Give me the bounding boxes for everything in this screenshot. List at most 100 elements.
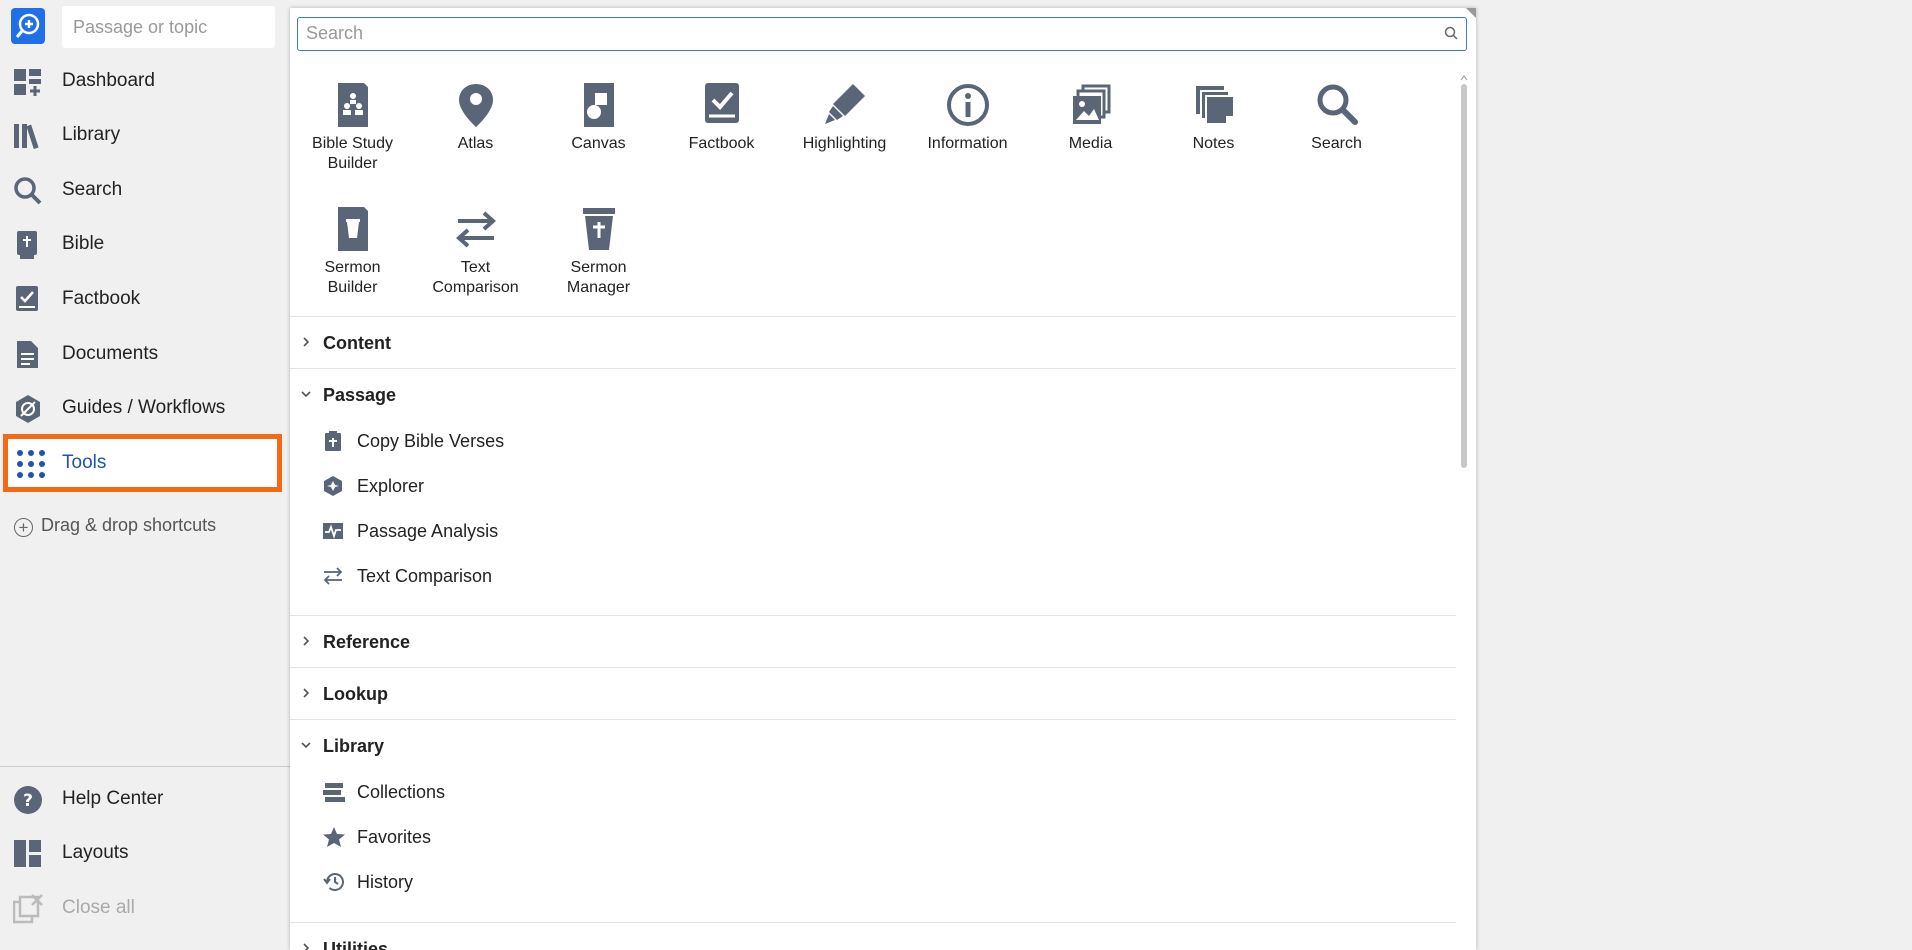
plus-circle-icon: + <box>14 518 33 537</box>
section-lookup[interactable]: Lookup <box>290 667 1456 720</box>
sidebar: Passage or topic Dashboard Library Searc… <box>0 0 290 950</box>
text-comparison-icon <box>455 211 496 248</box>
tile-label: Media <box>1068 135 1113 152</box>
drag-drop-shortcuts[interactable]: + Drag & drop shortcuts <box>14 512 216 538</box>
nav-library[interactable]: Library <box>0 109 290 161</box>
nav-label: Dashboard <box>62 70 155 91</box>
chevron-right-icon <box>303 943 310 950</box>
tile-notes[interactable]: Notes <box>1152 82 1275 192</box>
section-utilities[interactable]: Utilities <box>290 922 1456 950</box>
search-icon <box>1317 84 1358 125</box>
nav-label: Factbook <box>62 288 141 309</box>
nav-layouts[interactable]: Layouts <box>0 827 290 879</box>
chevron-right-icon <box>303 636 310 646</box>
close-all-icon <box>12 894 43 924</box>
section-passage[interactable]: Passage <box>290 368 1456 421</box>
tile-label: Notes <box>1192 135 1235 152</box>
chevron-down-icon <box>301 391 311 398</box>
nav-factbook[interactable]: Factbook <box>0 273 290 325</box>
tile-label: Factbook <box>688 135 755 152</box>
scrollbar-thumb[interactable] <box>1461 84 1467 468</box>
nav-close-all[interactable]: Close all <box>0 882 290 934</box>
nav-label: Close all <box>62 897 135 918</box>
search-icon <box>13 176 43 206</box>
tile-label: Bible Study Builder <box>312 135 393 172</box>
chevron-down-icon <box>301 742 311 749</box>
bible-study-builder-icon <box>337 83 368 127</box>
section-label: Utilities <box>323 939 389 950</box>
nav-label: Help Center <box>62 788 164 809</box>
explorer-icon <box>324 476 342 496</box>
section-label: Library <box>323 736 385 756</box>
section-label: Lookup <box>323 684 388 704</box>
tile-label: Text Comparison <box>432 259 519 296</box>
chevron-right-icon <box>303 688 310 698</box>
bible-icon <box>13 230 43 260</box>
passage-input[interactable]: Passage or topic <box>62 6 275 48</box>
text-comparison-icon <box>323 567 343 585</box>
resize-corner[interactable] <box>1466 8 1476 18</box>
tile-canvas[interactable]: Canvas <box>537 82 660 192</box>
search-icon[interactable] <box>1444 26 1458 45</box>
nav-label: Tools <box>62 452 107 473</box>
tool-label: Favorites <box>357 827 432 847</box>
tile-label: Sermon Manager <box>566 259 631 296</box>
tool-label: History <box>357 872 414 892</box>
tile-label: Atlas <box>457 135 494 152</box>
nav-tools[interactable]: Tools <box>3 434 282 492</box>
canvas-icon <box>583 83 614 127</box>
section-reference[interactable]: Reference <box>290 615 1456 668</box>
tile-information[interactable]: Information <box>906 82 1029 192</box>
collections-icon <box>323 783 345 802</box>
highlighter-icon <box>824 84 865 124</box>
nav-label: Search <box>62 179 123 200</box>
tool-label: Text Comparison <box>357 566 493 586</box>
tile-sermon-manager[interactable]: Sermon Manager <box>537 206 660 316</box>
nav-bible[interactable]: Bible <box>0 218 290 270</box>
guides-icon <box>13 394 43 424</box>
library-icon <box>13 121 43 151</box>
tile-label: Canvas <box>571 135 626 152</box>
tile-sermon-builder[interactable]: Sermon Builder <box>291 206 414 316</box>
layouts-icon <box>13 839 43 869</box>
tile-bible-study-builder[interactable]: Bible Study Builder <box>291 82 414 192</box>
tile-atlas[interactable]: Atlas <box>414 82 537 192</box>
nav-label: Bible <box>62 233 105 254</box>
tools-search-box[interactable] <box>297 17 1467 51</box>
scroll-up-arrow-icon[interactable] <box>1460 74 1468 82</box>
nav-label: Layouts <box>62 842 129 863</box>
nav-dashboard[interactable]: Dashboard <box>0 55 290 107</box>
atlas-pin-icon <box>458 84 493 127</box>
nav-help-center[interactable]: ? Help Center <box>0 773 290 825</box>
nav-documents[interactable]: Documents <box>0 328 290 380</box>
panel-scrollbar[interactable] <box>1460 74 1468 950</box>
tools-search-input[interactable] <box>306 23 1436 44</box>
nav-guides-workflows[interactable]: Guides / Workflows <box>0 382 290 434</box>
tile-text-comparison[interactable]: Text Comparison <box>414 206 537 316</box>
documents-icon <box>13 340 43 370</box>
tile-search[interactable]: Search <box>1275 82 1398 192</box>
information-icon <box>946 84 989 126</box>
section-label: Reference <box>323 632 411 652</box>
section-label: Content <box>323 333 391 353</box>
star-icon <box>323 827 345 847</box>
tile-media[interactable]: Media <box>1029 82 1152 192</box>
history-icon <box>323 873 344 891</box>
tool-label: Collections <box>357 782 446 802</box>
tool-label: Copy Bible Verses <box>357 431 505 451</box>
tile-highlighting[interactable]: Highlighting <box>783 82 906 192</box>
nav-search[interactable]: Search <box>0 164 290 216</box>
nav-label: Documents <box>62 343 159 364</box>
chevron-right-icon <box>303 337 310 347</box>
section-content[interactable]: Content <box>290 316 1456 369</box>
tool-label: Passage Analysis <box>357 521 499 541</box>
tile-label: Search <box>1311 135 1362 152</box>
sidebar-divider <box>0 766 290 767</box>
section-library[interactable]: Library <box>290 719 1456 772</box>
app-logo-icon[interactable] <box>11 8 45 44</box>
passage-analysis-icon <box>323 523 343 539</box>
nav-label: Guides / Workflows <box>62 397 226 418</box>
tile-factbook[interactable]: Factbook <box>660 82 783 192</box>
factbook-icon <box>13 285 43 315</box>
dashboard-icon <box>13 67 43 97</box>
